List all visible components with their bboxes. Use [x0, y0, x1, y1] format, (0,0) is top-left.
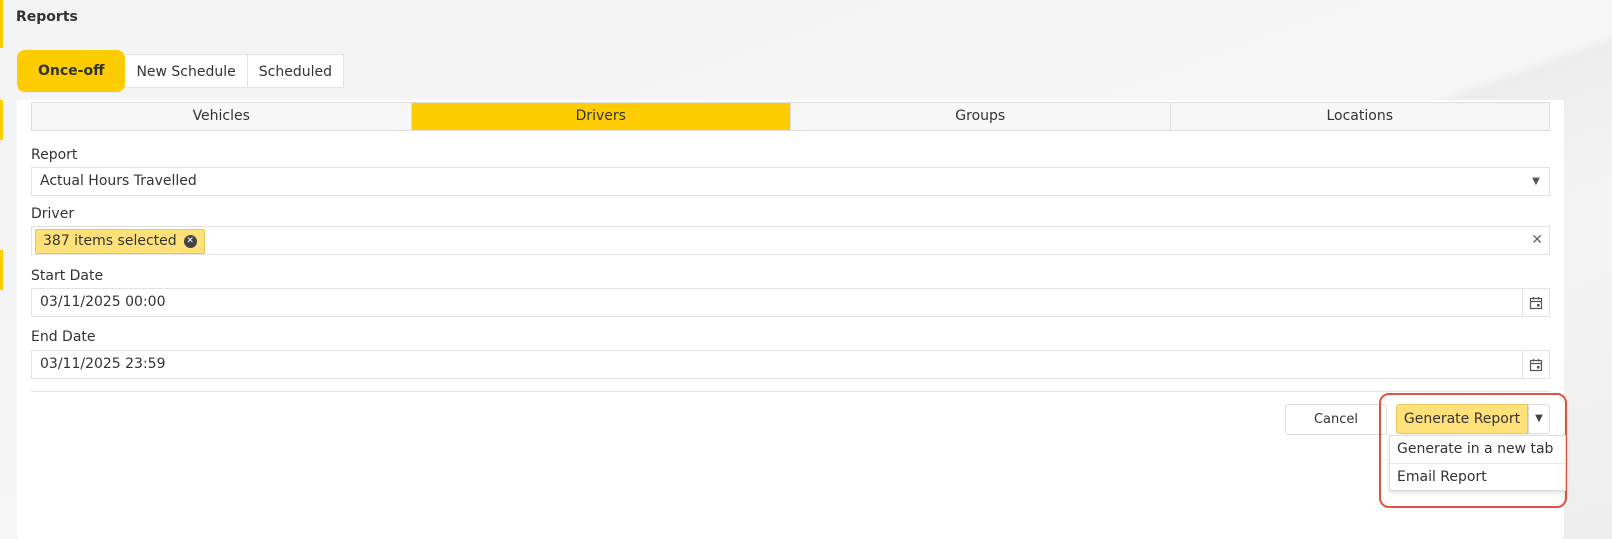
left-accent-bar — [0, 250, 3, 290]
calendar-icon[interactable] — [1522, 351, 1549, 378]
divider — [31, 391, 1550, 392]
chevron-down-icon[interactable]: ▼ — [1523, 168, 1549, 195]
report-select[interactable]: Actual Hours Travelled ▼ — [31, 167, 1550, 196]
start-date-input[interactable]: 03/11/2025 00:00 — [31, 288, 1550, 317]
driver-label: Driver — [31, 206, 75, 222]
report-label: Report — [31, 147, 78, 163]
calendar-icon[interactable] — [1522, 289, 1549, 316]
generate-report-button[interactable]: Generate Report — [1396, 404, 1528, 434]
selection-chip: 387 items selected ✕ — [35, 229, 205, 254]
left-accent-bar — [0, 0, 3, 48]
page-title: Reports — [16, 9, 78, 25]
close-icon[interactable]: ✕ — [1531, 227, 1543, 254]
driver-multiselect[interactable]: 387 items selected ✕ ✕ — [31, 226, 1550, 255]
menu-item-generate-new-tab[interactable]: Generate in a new tab — [1390, 436, 1565, 463]
end-date-input[interactable]: 03/11/2025 23:59 — [31, 350, 1550, 379]
tab-vehicles[interactable]: Vehicles — [32, 103, 411, 130]
tab-new-schedule[interactable]: New Schedule — [125, 54, 248, 88]
tab-drivers[interactable]: Drivers — [410, 103, 790, 130]
report-mode-tabs: Once-off New Schedule Scheduled — [17, 50, 344, 92]
entity-tabs: Vehicles Drivers Groups Locations — [31, 102, 1550, 131]
end-date-value: 03/11/2025 23:59 — [40, 356, 166, 372]
tab-locations[interactable]: Locations — [1169, 103, 1550, 130]
left-accent-bar — [0, 100, 3, 140]
remove-circle-icon[interactable]: ✕ — [183, 235, 197, 248]
end-date-label: End Date — [31, 329, 96, 345]
report-select-value: Actual Hours Travelled — [40, 173, 197, 189]
chevron-down-icon[interactable]: ▼ — [1528, 404, 1550, 434]
menu-item-email-report[interactable]: Email Report — [1390, 463, 1565, 491]
tab-once-off[interactable]: Once-off — [17, 50, 126, 92]
generate-options-menu: Generate in a new tab Email Report — [1389, 435, 1566, 491]
start-date-label: Start Date — [31, 268, 104, 284]
start-date-value: 03/11/2025 00:00 — [40, 294, 166, 310]
tab-scheduled[interactable]: Scheduled — [247, 54, 344, 88]
tab-groups[interactable]: Groups — [790, 103, 1170, 130]
report-panel: Vehicles Drivers Groups Locations Report… — [17, 100, 1564, 539]
cancel-button[interactable]: Cancel — [1285, 404, 1387, 435]
selection-chip-label: 387 items selected — [43, 233, 177, 249]
